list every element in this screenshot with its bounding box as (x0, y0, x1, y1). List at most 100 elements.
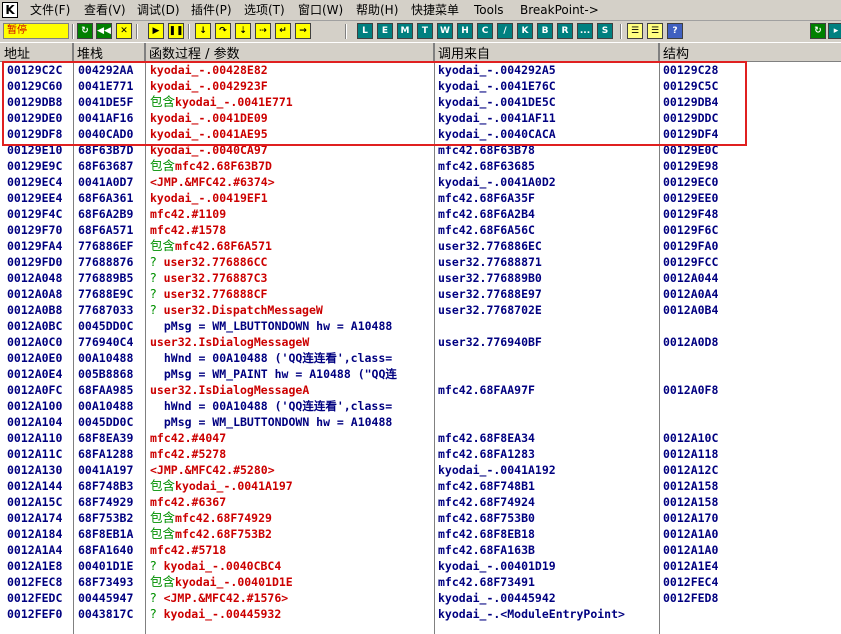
stack-cell: 77688E9C (78, 287, 134, 301)
procedure-name: <JMP.&MFC42.#6374> (150, 175, 275, 189)
procedure-cell: 包含kyodai_-.00401D1E (150, 574, 434, 590)
address-cell: 00129F4C (7, 207, 63, 221)
call-stack-window-icon[interactable]: K (517, 23, 533, 39)
called-from-cell: mfc42.68FAA97F (438, 383, 535, 397)
step-over-icon[interactable]: ↷ (215, 23, 231, 39)
table-row[interactable]: 0012A174 68F753B2 包含mfc42.68F74929 mfc42.68… (0, 510, 841, 526)
table-row[interactable]: 00129F70 68F6A571 mfc42.#1578 mfc42.68F6A56… (0, 222, 841, 238)
goto-icon[interactable]: → (295, 23, 311, 39)
restart-icon[interactable]: ↻ (77, 23, 93, 39)
table-row[interactable]: 0012FEDC 00445947? <JMP.&MFC42.#1576> kyod… (0, 590, 841, 606)
column-header-address[interactable]: 地址 (0, 43, 73, 62)
handles-window-icon[interactable]: H (457, 23, 473, 39)
called-from-cell: user32.776886EC (438, 239, 542, 253)
refresh-icon[interactable]: ↻ (810, 23, 826, 39)
patches-window-icon[interactable]: / (497, 23, 513, 39)
table-row[interactable]: 0012A11C 68FA1288 mfc42.#5278 mfc42.68FA128… (0, 446, 841, 462)
called-from-cell: mfc42.68FA163B (438, 543, 535, 557)
threads-window-icon[interactable]: T (417, 23, 433, 39)
column-header-stack[interactable]: 堆栈 (73, 43, 145, 62)
rewind-icon[interactable]: ◀◀ (96, 23, 112, 39)
stack-cell: 77687033 (78, 303, 134, 317)
stack-cell: 68F6A2B9 (78, 207, 134, 221)
table-row[interactable]: 00129F4C 68F6A2B9 mfc42.#1109 mfc42.68F6A2B… (0, 206, 841, 222)
table-row[interactable]: 00129DE0 0041AF16 kyodai_-.0041DE09 kyodai_… (0, 110, 841, 126)
app-icon[interactable]: K (2, 2, 18, 18)
menu-options[interactable]: 选项(T) (244, 2, 285, 18)
table-row[interactable]: 0012A0A8 77688E9C? user32.776888CF user32.… (0, 286, 841, 302)
more-icon[interactable]: ▸ (828, 23, 841, 39)
table-row[interactable]: 00129FA4 776886EF 包含mfc42.68F6A571 user32.7… (0, 238, 841, 254)
table-row[interactable]: 0012A110 68F8EA39 mfc42.#4047 mfc42.68F8EA3… (0, 430, 841, 446)
menu-plugins[interactable]: 插件(P) (191, 2, 232, 18)
table-row[interactable]: 0012A0BC 0045DD0C pMsg = WM_LBUTTONDOWN h… (0, 318, 841, 334)
log-window-icon[interactable]: L (357, 23, 373, 39)
address-cell: 0012A0C0 (7, 335, 63, 349)
table-row[interactable]: 00129EC4 0041A0D7 <JMP.&MFC42.#6374> kyodai… (0, 174, 841, 190)
appearance-grid-icon[interactable]: ☰ (647, 23, 663, 39)
close-icon[interactable]: ✕ (116, 23, 132, 39)
procedure-cell: <JMP.&MFC42.#5280> (150, 462, 434, 478)
menu-help[interactable]: 帮助(H) (356, 2, 398, 18)
source-window-icon[interactable]: S (597, 23, 613, 39)
help-icon[interactable]: ? (667, 23, 683, 39)
breakpoints-window-icon[interactable]: B (537, 23, 553, 39)
table-row[interactable]: 00129DF8 0040CAD0 kyodai_-.0041AE95 kyodai_… (0, 126, 841, 142)
table-row[interactable]: 0012A15C 68F74929 mfc42.#6367 mfc42.68F7492… (0, 494, 841, 510)
table-row[interactable]: 00129EE4 68F6A361 kyodai_-.00419EF1 mfc42.6… (0, 190, 841, 206)
procedure-name: kyodai_-.0041AE95 (150, 127, 268, 141)
run-icon[interactable]: ▶ (148, 23, 164, 39)
menu-shortcuts[interactable]: 快捷菜单 (411, 2, 459, 18)
table-row[interactable]: 0012A1A4 68FA1640 mfc42.#5718 mfc42.68FA163… (0, 542, 841, 558)
table-row[interactable]: 0012A0C0 776940C4 user32.IsDialogMessageW u… (0, 334, 841, 350)
modules-window-icon[interactable]: E (377, 23, 393, 39)
step-into-icon[interactable]: ↓ (195, 23, 211, 39)
table-row[interactable]: 0012A0E4 005B8868 pMsg = WM_PAINT hw = A1… (0, 366, 841, 382)
table-row[interactable]: 0012A048 776889B5? user32.776887C3 user32.… (0, 270, 841, 286)
memory-window-icon[interactable]: M (397, 23, 413, 39)
references-window-icon[interactable]: R (557, 23, 573, 39)
cpu-window-icon[interactable]: C (477, 23, 493, 39)
menu-debug[interactable]: 调试(D) (137, 2, 180, 18)
trace-into-icon[interactable]: ⇣ (235, 23, 251, 39)
table-row[interactable]: 00129E9C 68F63687 包含mfc42.68F63B7D mfc42.68… (0, 158, 841, 174)
table-row[interactable]: 0012FEF0 0043817C? kyodai_-.00445932 kyoda… (0, 606, 841, 622)
procedure-name: mfc42.#5278 (150, 447, 227, 461)
options-grid-icon[interactable]: ☰ (627, 23, 643, 39)
table-row[interactable]: 0012FEC8 68F73493 包含kyodai_-.00401D1E mfc42… (0, 574, 841, 590)
table-row[interactable]: 0012A104 0045DD0C pMsg = WM_LBUTTONDOWN h… (0, 414, 841, 430)
frame-cell (663, 350, 733, 366)
table-row[interactable]: 00129FD0 77688876? user32.776886CC user32.… (0, 254, 841, 270)
column-header-called-from[interactable]: 调用来自 (434, 43, 659, 62)
table-row[interactable]: 00129C2C 004292AA kyodai_-.00428E82 kyodai_… (0, 62, 841, 78)
table-row[interactable]: 0012A100 00A10488 hWnd = 00A10488 ('QQ连连看… (0, 398, 841, 414)
pause-icon[interactable]: ❚❚ (168, 23, 184, 39)
column-header-procedure[interactable]: 函数过程 / 参数 (145, 43, 434, 62)
menu-breakpoint[interactable]: BreakPoint-> (520, 2, 599, 18)
menu-file[interactable]: 文件(F) (30, 2, 70, 18)
called-from-cell: user32.77688871 (438, 255, 542, 269)
table-row[interactable]: 0012A0B8 77687033? user32.DispatchMessage… (0, 302, 841, 318)
execute-till-return-icon[interactable]: ↵ (275, 23, 291, 39)
procedure-cell: 包含mfc42.68F74929 (150, 510, 434, 526)
table-row[interactable]: 00129C60 0041E771 kyodai_-.0042923F kyodai_… (0, 78, 841, 94)
stack-cell: 68F6A571 (78, 223, 134, 237)
table-row[interactable]: 0012A144 68F748B3 包含kyodai_-.0041A197 mfc42… (0, 478, 841, 494)
windows-window-icon[interactable]: W (437, 23, 453, 39)
menu-view[interactable]: 查看(V) (84, 2, 126, 18)
table-row[interactable]: 0012A1E8 00401D1E? kyodai_-.0040CBC4 kyoda… (0, 558, 841, 574)
table-row[interactable]: 00129E10 68F63B7D kyodai_-.0040CA97 mfc42.6… (0, 142, 841, 158)
table-row[interactable]: 0012A130 0041A197 <JMP.&MFC42.#5280> kyodai… (0, 462, 841, 478)
column-header-frame[interactable]: 结构 (659, 43, 841, 62)
menu-window[interactable]: 窗口(W) (298, 2, 343, 18)
table-row[interactable]: 0012A0FC 68FAA985 user32.IsDialogMessageA m… (0, 382, 841, 398)
table-row[interactable]: 0012A0E0 00A10488 hWnd = 00A10488 ('QQ连连看… (0, 350, 841, 366)
table-row[interactable]: 0012A184 68F8EB1A 包含mfc42.68F753B2 mfc42.68… (0, 526, 841, 542)
procedure-prefix: 包含 (150, 526, 176, 541)
table-row[interactable]: 00129DB8 0041DE5F 包含kyodai_-.0041E771 kyoda… (0, 94, 841, 110)
frame-cell (663, 606, 733, 622)
menu-tools[interactable]: Tools (474, 2, 504, 18)
frame-cell: 0012A10C (663, 431, 719, 445)
trace-over-icon[interactable]: ⇢ (255, 23, 271, 39)
run-trace-window-icon[interactable]: ... (577, 23, 593, 39)
